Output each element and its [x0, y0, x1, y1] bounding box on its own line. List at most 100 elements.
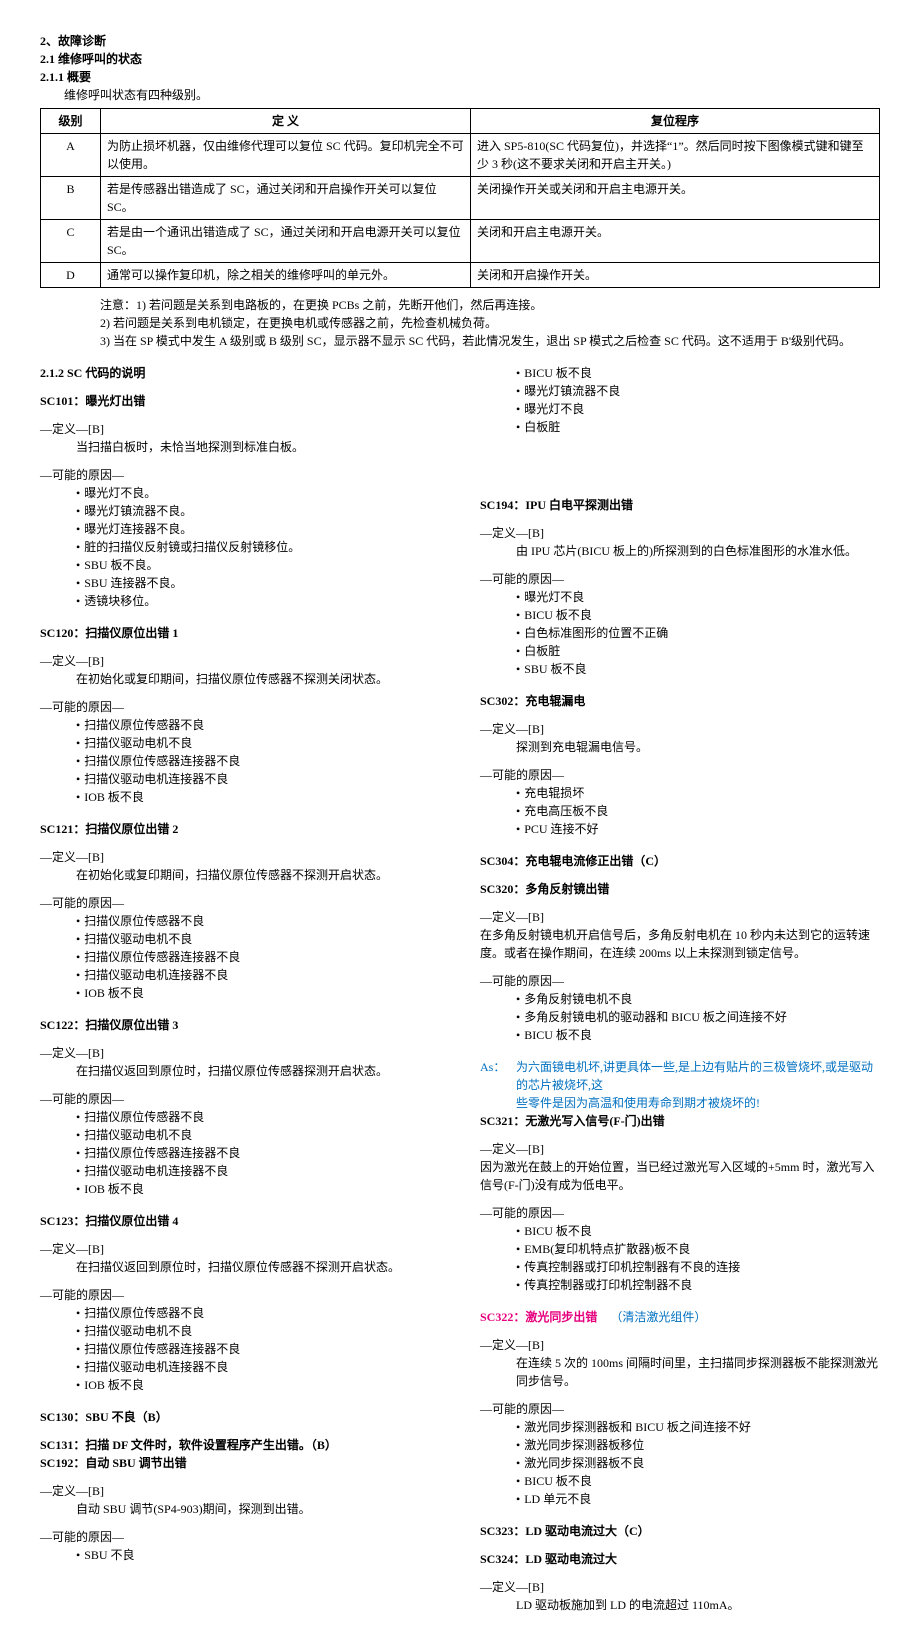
sc131-title: SC131：扫描 DF 文件时，软件设置程序产生出错。（B） — [40, 1436, 440, 1454]
def-label: —定义—[B] — [480, 1578, 880, 1596]
sc324-block: SC323：LD 驱动电流过大（C） SC324：LD 驱动电流过大 —定义—[… — [480, 1522, 880, 1614]
sc101-def: 当扫描白板时，未恰当地探测到标准白板。 — [40, 438, 440, 456]
cause-label: —可能的原因— — [40, 1090, 440, 1108]
sc322-block: SC322：激光同步出错 （清洁激光组件） —定义—[B] 在连续 5 次的 1… — [480, 1308, 880, 1508]
cause-label: —可能的原因— — [480, 972, 880, 990]
def-label: —定义—[B] — [480, 1140, 880, 1158]
sc320-causes: 多角反射镜电机不良 多角反射镜电机的驱动器和 BICU 板之间连接不好 BICU… — [480, 990, 880, 1044]
as-label: As： — [480, 1058, 516, 1112]
sc192-def: 自动 SBU 调节(SP4-903)期间，探测到出错。 — [40, 1500, 440, 1518]
sc194-title: SC194：IPU 白电平探测出错 — [480, 496, 880, 514]
sc322-causes: 激光同步探测器板和 BICU 板之间连接不好 激光同步探测器板移位 激光同步探测… — [480, 1418, 880, 1508]
sc122-block: SC122：扫描仪原位出错 3 —定义—[B] 在扫描仪返回到原位时，扫描仪原位… — [40, 1016, 440, 1198]
sc302-block: SC302：充电辊漏电 —定义—[B] 探测到充电辊漏电信号。 —可能的原因— … — [480, 692, 880, 838]
note1: 注意：1) 若问题是关系到电路板的，在更换 PCBs 之前，先断开他们，然后再连… — [100, 296, 880, 314]
sc321-title: SC321：无激光写入信号(F-门)出错 — [480, 1112, 880, 1130]
def-label: —定义—[B] — [40, 420, 440, 438]
cause-label: —可能的原因— — [480, 1400, 880, 1418]
sc194-block: SC194：IPU 白电平探测出错 —定义—[B] 由 IPU 芯片(BICU … — [480, 496, 880, 678]
table-row: C若是由一个通讯出错造成了 SC，通过关闭和开启电源开关可以复位 SC。关闭和开… — [41, 220, 880, 263]
sc192-extra: BICU 板不良 曝光灯镇流器不良 曝光灯不良 白板脏 — [480, 364, 880, 436]
sc120-title: SC120：扫描仪原位出错 1 — [40, 624, 440, 642]
def-label: —定义—[B] — [480, 524, 880, 542]
sc101-block: SC101：曝光灯出错 —定义—[B] 当扫描白板时，未恰当地探测到标准白板。 … — [40, 392, 440, 610]
sc122-title: SC122：扫描仪原位出错 3 — [40, 1016, 440, 1034]
sc194-causes: 曝光灯不良 BICU 板不良 白色标准图形的位置不正确 白板脏 SBU 板不良 — [480, 588, 880, 678]
cause-label: —可能的原因— — [480, 1204, 880, 1222]
note3: 3) 当在 SP 模式中发生 A 级别或 B 级别 SC，显示器不显示 SC 代… — [100, 332, 880, 350]
table-row: D通常可以操作复印机，除之相关的维修呼叫的单元外。关闭和开启操作开关。 — [41, 263, 880, 288]
sc192-causes: SBU 不良 — [40, 1546, 440, 1564]
sc121-title: SC121：扫描仪原位出错 2 — [40, 820, 440, 838]
intro-text: 维修呼叫状态有四种级别。 — [40, 86, 880, 104]
cause-label: —可能的原因— — [40, 1528, 440, 1546]
note2: 2) 若问题是关系到电机锁定，在更换电机或传感器之前，先检查机械负荷。 — [100, 314, 880, 332]
def-label: —定义—[B] — [40, 1482, 440, 1500]
notes-block: 注意：1) 若问题是关系到电路板的，在更换 PCBs 之前，先断开他们，然后再连… — [40, 296, 880, 350]
sc321-causes: BICU 板不良 EMB(复印机特点扩散器)板不良 传真控制器或打印机控制器有不… — [480, 1222, 880, 1294]
sc121-block: SC121：扫描仪原位出错 2 —定义—[B] 在初始化或复印期间，扫描仪原位传… — [40, 820, 440, 1002]
th-def: 定 义 — [101, 109, 471, 134]
h1: 2、故障诊断 — [40, 32, 880, 50]
section-title: 2.1.2 SC 代码的说明 — [40, 364, 440, 382]
sc120-block: SC120：扫描仪原位出错 1 —定义—[B] 在初始化或复印期间，扫描仪原位传… — [40, 624, 440, 806]
sc130-title: SC130：SBU 不良（B） — [40, 1408, 440, 1426]
sc101-causes: 曝光灯不良。 曝光灯镇流器不良。 曝光灯连接器不良。 脏的扫描仪反射镜或扫描仪反… — [40, 484, 440, 610]
level-table: 级别 定 义 复位程序 A为防止损坏机器，仅由维修代理可以复位 SC 代码。复印… — [40, 108, 880, 288]
as-note: As： 为六面镜电机坏,讲更具体一些,是上边有贴片的三极管烧坏,或是驱动的芯片被… — [480, 1058, 880, 1112]
sc121-causes: 扫描仪原位传感器不良 扫描仪驱动电机不良 扫描仪原位传感器连接器不良 扫描仪驱动… — [40, 912, 440, 1002]
def-label: —定义—[B] — [480, 1336, 880, 1354]
sc192-extra-block: BICU 板不良 曝光灯镇流器不良 曝光灯不良 白板脏 — [480, 364, 880, 436]
sc192-title: SC192：自动 SBU 调节出错 — [40, 1454, 440, 1472]
sc304-title: SC304：充电辊电流修正出错（C） — [480, 852, 880, 870]
sc101-title: SC101：曝光灯出错 — [40, 392, 440, 410]
cause-label: —可能的原因— — [480, 570, 880, 588]
sc302-title: SC302：充电辊漏电 — [480, 692, 880, 710]
sc123-title: SC123：扫描仪原位出错 4 — [40, 1212, 440, 1230]
h3: 2.1.1 概要 — [40, 68, 880, 86]
sc120-causes: 扫描仪原位传感器不良 扫描仪驱动电机不良 扫描仪原位传感器连接器不良 扫描仪驱动… — [40, 716, 440, 806]
sc321-def: 因为激光在鼓上的开始位置，当已经过激光写入区域的+5mm 时，激光写入信号(F-… — [480, 1158, 880, 1194]
sc302-def: 探测到充电辊漏电信号。 — [480, 738, 880, 756]
def-label: —定义—[B] — [40, 1044, 440, 1062]
cause-label: —可能的原因— — [40, 698, 440, 716]
sc320-title: SC320：多角反射镜出错 — [480, 880, 880, 898]
th-level: 级别 — [41, 109, 101, 134]
as-text: 为六面镜电机坏,讲更具体一些,是上边有贴片的三极管烧坏,或是驱动的芯片被烧坏,这… — [516, 1058, 880, 1112]
def-label: —定义—[B] — [480, 720, 880, 738]
sc322-title-row: SC322：激光同步出错 （清洁激光组件） — [480, 1308, 880, 1326]
sc194-def: 由 IPU 芯片(BICU 板上的)所探测到的白色标准图形的水准水低。 — [480, 542, 880, 560]
th-reset: 复位程序 — [471, 109, 880, 134]
cause-label: —可能的原因— — [480, 766, 880, 784]
sc322-title: SC322：激光同步出错 — [480, 1310, 597, 1324]
sc322-def: 在连续 5 次的 100ms 间隔时间里，主扫描同步探测器板不能探测激光同步信号… — [480, 1354, 880, 1390]
sc123-def: 在扫描仪返回到原位时，扫描仪原位传感器不探测开启状态。 — [40, 1258, 440, 1276]
sc121-def: 在初始化或复印期间，扫描仪原位传感器不探测开启状态。 — [40, 866, 440, 884]
sc324-title: SC324：LD 驱动电流过大 — [480, 1550, 880, 1568]
def-label: —定义—[B] — [40, 848, 440, 866]
cause-label: —可能的原因— — [40, 894, 440, 912]
h2: 2.1 维修呼叫的状态 — [40, 50, 880, 68]
cause-label: —可能的原因— — [40, 1286, 440, 1304]
sc123-causes: 扫描仪原位传感器不良 扫描仪驱动电机不良 扫描仪原位传感器连接器不良 扫描仪驱动… — [40, 1304, 440, 1394]
sc123-block: SC123：扫描仪原位出错 4 —定义—[B] 在扫描仪返回到原位时，扫描仪原位… — [40, 1212, 440, 1394]
sc130-block: SC130：SBU 不良（B） SC131：扫描 DF 文件时，软件设置程序产生… — [40, 1408, 440, 1564]
table-row: B若是传感器出错造成了 SC，通过关闭和开启操作开关可以复位 SC。关闭操作开关… — [41, 177, 880, 220]
page-header: 2、故障诊断 2.1 维修呼叫的状态 2.1.1 概要 维修呼叫状态有四种级别。 — [40, 32, 880, 104]
def-label: —定义—[B] — [40, 652, 440, 670]
sc320-def: 在多角反射镜电机开启信号后，多角反射电机在 10 秒内未达到它的运转速度。或者在… — [480, 926, 880, 962]
def-label: —定义—[B] — [40, 1240, 440, 1258]
sc323-title: SC323：LD 驱动电流过大（C） — [480, 1522, 880, 1540]
sc120-def: 在初始化或复印期间，扫描仪原位传感器不探测关闭状态。 — [40, 670, 440, 688]
table-row: A为防止损坏机器，仅由维修代理可以复位 SC 代码。复印机完全不可以使用。进入 … — [41, 134, 880, 177]
body-columns: 2.1.2 SC 代码的说明 SC101：曝光灯出错 —定义—[B] 当扫描白板… — [40, 364, 880, 1614]
sc320-block: SC304：充电辊电流修正出错（C） SC320：多角反射镜出错 —定义—[B]… — [480, 852, 880, 1044]
def-label: —定义—[B] — [480, 908, 880, 926]
sc321-block: As： 为六面镜电机坏,讲更具体一些,是上边有贴片的三极管烧坏,或是驱动的芯片被… — [480, 1058, 880, 1294]
cause-label: —可能的原因— — [40, 466, 440, 484]
sc324-def: LD 驱动板施加到 LD 的电流超过 110mA。 — [480, 1596, 880, 1614]
sc322-note: （清洁激光组件） — [610, 1310, 706, 1324]
sc302-causes: 充电辊损坏 充电高压板不良 PCU 连接不好 — [480, 784, 880, 838]
sc122-causes: 扫描仪原位传感器不良 扫描仪驱动电机不良 扫描仪原位传感器连接器不良 扫描仪驱动… — [40, 1108, 440, 1198]
sc122-def: 在扫描仪返回到原位时，扫描仪原位传感器探测开启状态。 — [40, 1062, 440, 1080]
